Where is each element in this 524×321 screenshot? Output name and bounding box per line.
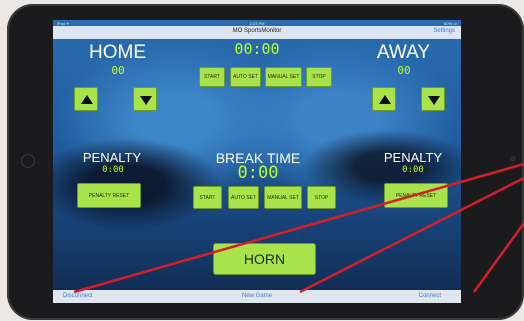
annotation-line-connect <box>472 222 524 293</box>
annotation-line-disconnect <box>73 162 524 294</box>
annotation-lines <box>73 162 524 294</box>
